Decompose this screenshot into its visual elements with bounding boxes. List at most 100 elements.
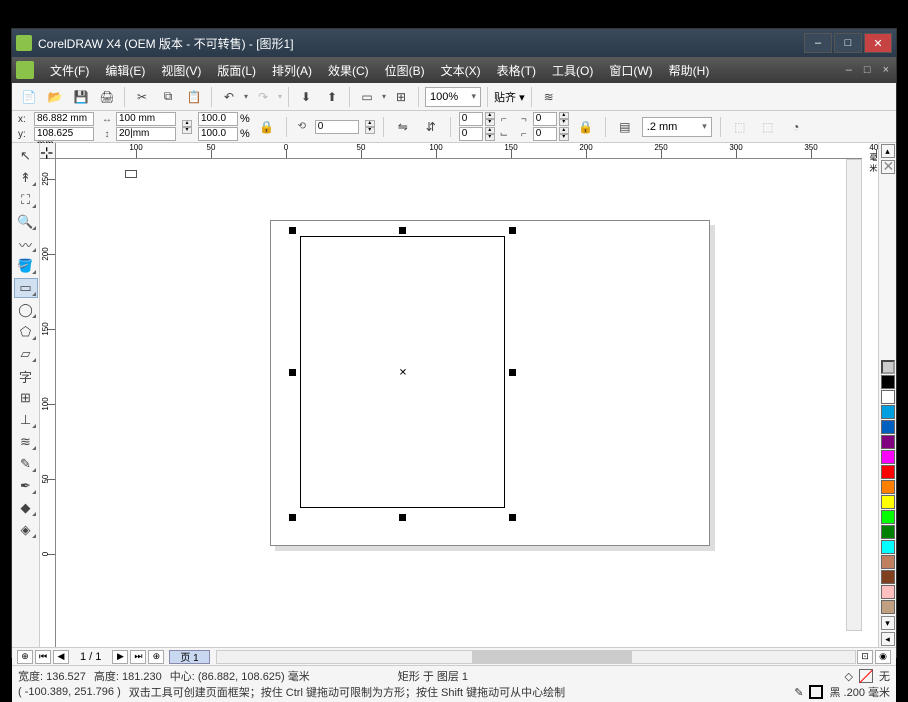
color-swatch[interactable]	[881, 375, 895, 389]
options-button[interactable]: ≋	[538, 86, 560, 108]
mdi-restore[interactable]: □	[861, 64, 874, 76]
menu-arrange[interactable]: 排列(A)	[264, 59, 320, 82]
back-icon[interactable]: ⬚	[757, 116, 779, 138]
corner-d[interactable]: 0	[533, 127, 557, 141]
outline-indicator-icon[interactable]: ✎	[794, 686, 803, 699]
new-button[interactable]: 📄	[18, 86, 40, 108]
crop-tool[interactable]: ⛶	[14, 190, 38, 210]
mirror-h-icon[interactable]: ⇋	[392, 116, 414, 138]
handle-bm[interactable]	[399, 514, 406, 521]
lock-ratio-icon[interactable]: 🔒	[256, 116, 278, 138]
undo-button[interactable]: ↶	[218, 86, 240, 108]
height-input[interactable]: 20|mm	[116, 127, 176, 141]
smart-fill-tool[interactable]: 🪣	[14, 256, 38, 276]
color-swatch[interactable]	[881, 420, 895, 434]
menu-help[interactable]: 帮助(H)	[661, 59, 718, 82]
outline-width-dropdown[interactable]: .2 mm▾	[642, 117, 712, 137]
ruler-vertical[interactable]: 250200150100500	[40, 159, 56, 647]
color-swatch[interactable]	[881, 600, 895, 614]
basic-shapes-tool[interactable]: ▱	[14, 344, 38, 364]
last-page[interactable]: ⏭	[130, 650, 146, 664]
eyedropper-tool[interactable]: ✎	[14, 454, 38, 474]
first-page[interactable]: ⏮	[35, 650, 51, 664]
menu-bitmap[interactable]: 位图(B)	[377, 59, 433, 82]
rectangle-tool[interactable]: ▭	[14, 278, 38, 298]
palette-up[interactable]: ▴	[881, 144, 895, 158]
color-swatch[interactable]	[881, 510, 895, 524]
copy-button[interactable]: ⧉	[157, 86, 179, 108]
color-swatch[interactable]	[881, 555, 895, 569]
color-swatch[interactable]	[881, 540, 895, 554]
polygon-tool[interactable]: ⬠	[14, 322, 38, 342]
corner-b[interactable]: 0	[459, 127, 483, 141]
handle-mr[interactable]	[509, 369, 516, 376]
export-button[interactable]: ⬆	[321, 86, 343, 108]
next-page[interactable]: ▶	[112, 650, 128, 664]
add-page-after[interactable]: ⊕	[148, 650, 164, 664]
import-button[interactable]: ⬇	[295, 86, 317, 108]
page-tab-1[interactable]: 页 1	[169, 650, 209, 664]
print-button[interactable]: 🖨	[96, 86, 118, 108]
pos-x-input[interactable]: 86.882 mm	[34, 112, 94, 126]
ruler-origin[interactable]: ⊹	[40, 143, 56, 159]
navigator-icon[interactable]: ⊡	[857, 650, 873, 664]
scrollbar-vertical[interactable]	[846, 159, 862, 631]
fill-indicator-icon[interactable]: ◇	[845, 670, 853, 683]
zoom-level[interactable]: 100%▾	[425, 87, 481, 107]
prev-page[interactable]: ◀	[53, 650, 69, 664]
handle-tm[interactable]	[399, 227, 406, 234]
handle-tl[interactable]	[289, 227, 296, 234]
color-swatch[interactable]	[881, 450, 895, 464]
color-swatch[interactable]	[881, 480, 895, 494]
cut-button[interactable]: ✂	[131, 86, 153, 108]
redo-button[interactable]: ↷	[252, 86, 274, 108]
ellipse-tool[interactable]: ◯	[14, 300, 38, 320]
lock-corners-icon[interactable]: 🔒	[575, 116, 597, 138]
outline-tool[interactable]: ✒	[14, 476, 38, 496]
menu-file[interactable]: 文件(F)	[42, 59, 97, 82]
app-launcher[interactable]: ▭	[356, 86, 378, 108]
open-button[interactable]: 📂	[44, 86, 66, 108]
interactive-fill-tool[interactable]: ◈	[14, 520, 38, 540]
save-button[interactable]: 💾	[70, 86, 92, 108]
handle-br[interactable]	[509, 514, 516, 521]
pos-y-input[interactable]: 108.625 mm	[34, 127, 94, 141]
palette-flyout[interactable]: ◂	[881, 632, 895, 646]
menu-table[interactable]: 表格(T)	[489, 59, 544, 82]
handle-tr[interactable]	[509, 227, 516, 234]
fill-tool[interactable]: ◆	[14, 498, 38, 518]
no-color-swatch[interactable]: ✕	[881, 160, 895, 174]
menu-effects[interactable]: 效果(C)	[320, 59, 377, 82]
zoom-tool[interactable]: 🔍	[14, 212, 38, 232]
menu-text[interactable]: 文本(X)	[433, 59, 489, 82]
welcome-button[interactable]: ⊞	[390, 86, 412, 108]
text-tool[interactable]: 字	[14, 366, 38, 386]
add-page-before[interactable]: ⊕	[17, 650, 33, 664]
menu-window[interactable]: 窗口(W)	[601, 59, 660, 82]
outline-swatch[interactable]	[809, 685, 823, 699]
snap-button[interactable]: 贴齐 ▾	[494, 89, 525, 105]
nav-misc-icon[interactable]: ◉	[875, 650, 891, 664]
current-swatch[interactable]	[881, 360, 895, 374]
width-input[interactable]: 100 mm	[116, 112, 176, 126]
color-swatch[interactable]	[881, 570, 895, 584]
shape-tool[interactable]: ↟	[14, 168, 38, 188]
freehand-tool[interactable]: 〰	[14, 234, 38, 254]
corner-c[interactable]: 0	[533, 112, 557, 126]
color-swatch[interactable]	[881, 435, 895, 449]
maximize-button[interactable]: □	[834, 33, 862, 53]
color-swatch[interactable]	[881, 405, 895, 419]
close-button[interactable]: ✕	[864, 33, 892, 53]
menu-tools[interactable]: 工具(O)	[544, 59, 601, 82]
rotate-input[interactable]: 0	[315, 120, 359, 134]
dimension-tool[interactable]: ⊥	[14, 410, 38, 430]
selection-center[interactable]: ✕	[399, 368, 407, 379]
color-swatch[interactable]	[881, 525, 895, 539]
menu-edit[interactable]: 编辑(E)	[97, 59, 153, 82]
handle-ml[interactable]	[289, 369, 296, 376]
size-down[interactable]: ▾	[182, 127, 192, 134]
mdi-minimize[interactable]: –	[843, 64, 855, 76]
corner-a[interactable]: 0	[459, 112, 483, 126]
menu-view[interactable]: 视图(V)	[153, 59, 209, 82]
palette-down[interactable]: ▾	[881, 616, 895, 630]
